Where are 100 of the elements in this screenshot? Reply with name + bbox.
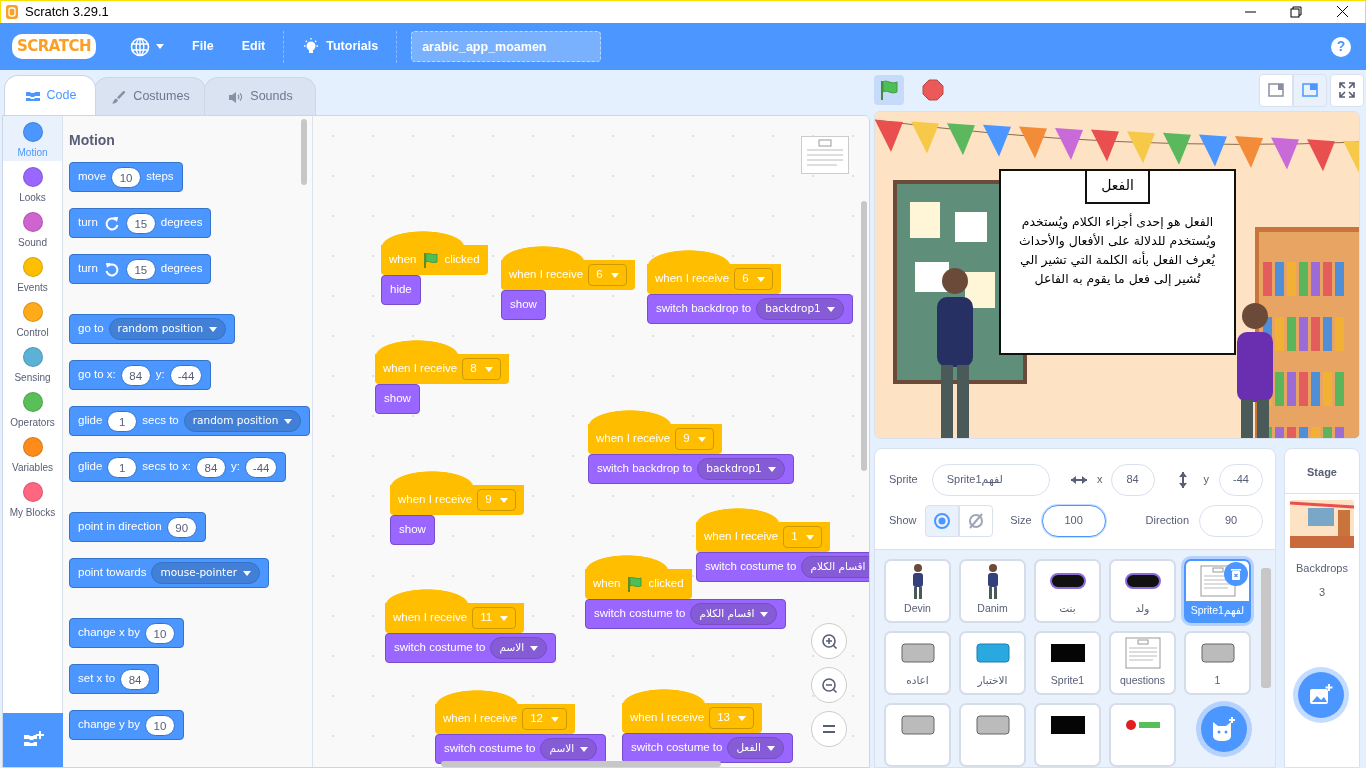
category-button[interactable]: Looks	[3, 161, 62, 206]
sprite-tile[interactable]	[1034, 703, 1101, 767]
dropdown-input[interactable]: الفعل	[727, 737, 784, 759]
dropdown-input[interactable]: mouse-pointer	[151, 562, 260, 584]
category-button[interactable]: Control	[3, 296, 62, 341]
dropdown-input[interactable]: الاسم	[490, 637, 548, 659]
category-button[interactable]: Sensing	[3, 341, 62, 386]
tutorials-menu[interactable]: Tutorials	[326, 37, 379, 56]
code-block[interactable]: set x to 84	[69, 664, 160, 694]
editor-tab[interactable]: Costumes	[94, 77, 206, 115]
code-block[interactable]: go to x: 84 y: -44	[69, 360, 212, 390]
code-block[interactable]: point towards mouse-pointer	[69, 558, 269, 588]
number-input[interactable]: 15	[125, 258, 156, 280]
editor-tab[interactable]: Sounds	[204, 77, 316, 115]
category-button[interactable]: Operators	[3, 386, 62, 431]
code-block[interactable]: go to random position	[69, 314, 236, 344]
scrollbar-thumb[interactable]	[861, 201, 867, 471]
number-input[interactable]: 1	[107, 410, 138, 432]
add-extension-button[interactable]	[3, 713, 63, 767]
eye-icon	[932, 511, 951, 530]
block-label: steps	[146, 169, 174, 185]
fullscreen-button[interactable]	[1330, 73, 1364, 107]
number-input[interactable]: 84	[120, 668, 151, 690]
category-button[interactable]: Sound	[3, 206, 62, 251]
code-block[interactable]: move 10 steps	[69, 162, 183, 192]
sprite-tile[interactable]: بنت	[1034, 559, 1101, 623]
sprite-tile[interactable]: questions	[1109, 631, 1176, 695]
number-input[interactable]: 10	[111, 166, 142, 188]
delete-button[interactable]	[1224, 562, 1248, 586]
dropdown-input[interactable]: اقسام الكلام	[690, 603, 778, 625]
help-button[interactable]: ?	[1331, 36, 1351, 57]
code-block[interactable]: glide 1 secs to x: 84 y: -44	[69, 452, 287, 482]
sprite-tile[interactable]: Devin	[884, 559, 951, 623]
y-field[interactable]: -44	[1219, 463, 1263, 496]
number-input[interactable]: 84	[120, 364, 151, 386]
number-input[interactable]: 15	[125, 212, 156, 234]
code-block[interactable]: point in direction 90	[69, 512, 206, 542]
sprite-tile[interactable]	[1109, 703, 1176, 767]
number-input[interactable]: 10	[145, 622, 175, 644]
number-input[interactable]: 10	[145, 714, 175, 736]
size-field[interactable]: 100	[1041, 504, 1106, 537]
category-button[interactable]: Variables	[3, 431, 62, 476]
code-block[interactable]: turn 15 degrees	[69, 254, 212, 284]
sprite-tile[interactable]	[959, 703, 1026, 767]
number-input[interactable]: 90	[166, 516, 197, 538]
stage-size-button[interactable]	[1259, 73, 1293, 107]
code-block[interactable]: show	[375, 384, 420, 414]
scrollbar-thumb[interactable]	[441, 761, 721, 767]
sprite-tile[interactable]: الاختبار	[959, 631, 1026, 695]
sprite-tile[interactable]: Sprite1لفهم	[1184, 559, 1251, 623]
zoom-out-button[interactable]	[811, 667, 847, 703]
code-block[interactable]: switch backdrop to backdrop1	[647, 294, 853, 324]
direction-field[interactable]: 90	[1199, 504, 1263, 537]
editor-tab[interactable]: Code	[4, 75, 96, 115]
code-block[interactable]: change y by 10	[69, 710, 184, 740]
show-sprite-button[interactable]	[924, 504, 959, 537]
hide-sprite-button[interactable]	[958, 504, 993, 537]
number-input[interactable]: 1	[107, 456, 138, 478]
sprite-tile[interactable]: Sprite1	[1034, 631, 1101, 695]
code-block[interactable]: change x by 10	[69, 618, 184, 648]
category-button[interactable]: Events	[3, 251, 62, 296]
add-sprite-button[interactable]	[1201, 706, 1247, 752]
category-button[interactable]: Motion	[3, 116, 62, 161]
zoom-in-button[interactable]	[811, 623, 847, 659]
sprite-tile[interactable]: اعاده	[884, 631, 951, 695]
zoom-reset-button[interactable]	[811, 711, 847, 747]
code-block[interactable]: show	[501, 290, 546, 320]
sprite-name-field[interactable]: Sprite1لفهم	[931, 463, 1050, 496]
category-button[interactable]: My Blocks	[3, 476, 62, 521]
sprite-tile[interactable]: 1	[1184, 631, 1251, 695]
menu-item[interactable]: Edit	[227, 31, 280, 62]
x-field[interactable]: 84	[1110, 463, 1155, 496]
block-label: show	[399, 522, 426, 538]
code-block[interactable]: turn 15 degrees	[69, 208, 212, 238]
scrollbar-thumb[interactable]	[301, 119, 307, 185]
add-backdrop-button[interactable]	[1298, 672, 1344, 718]
code-block[interactable]: show	[390, 515, 435, 545]
code-block[interactable]: switch backdrop to backdrop1	[588, 454, 794, 484]
code-block[interactable]: hide	[381, 275, 421, 305]
menu-item[interactable]: File	[178, 31, 228, 62]
number-input[interactable]: -44	[244, 456, 278, 478]
dropdown-input[interactable]: الاسم	[540, 738, 598, 760]
backdrop-thumbnail[interactable]	[1290, 499, 1354, 548]
globe-icon[interactable]	[130, 36, 151, 57]
dropdown-input[interactable]: backdrop1	[697, 458, 785, 480]
close-icon[interactable]	[1334, 4, 1350, 20]
dropdown-input[interactable]: random position	[108, 318, 227, 340]
flag-button[interactable]	[874, 75, 904, 106]
dropdown-input[interactable]: backdrop1	[756, 298, 844, 320]
number-input[interactable]: 84	[195, 456, 226, 478]
restore-icon[interactable]	[1288, 4, 1304, 20]
code-block[interactable]: glide 1 secs to random position	[69, 406, 311, 436]
sprite-tile[interactable]: ولد	[1109, 559, 1176, 623]
sprite-tile[interactable]: Danim	[959, 559, 1026, 623]
scrollbar-thumb[interactable]	[1261, 568, 1271, 688]
number-input[interactable]: -44	[169, 364, 203, 386]
dropdown-input[interactable]: random position	[183, 410, 302, 432]
dropdown-input[interactable]: اقسام الكلام	[801, 556, 869, 578]
caret-icon[interactable]	[156, 44, 165, 49]
sprite-tile[interactable]	[884, 703, 951, 767]
